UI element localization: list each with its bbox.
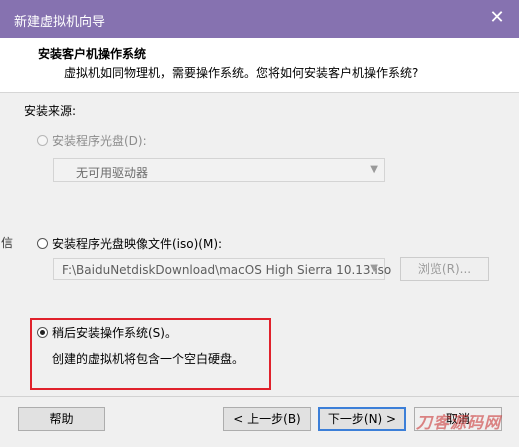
wizard-header: 安装客户机操作系统 虚拟机如同物理机，需要操作系统。您将如何安装客户机操作系统? xyxy=(0,38,519,93)
iso-path-value: F:\BaiduNetdiskDownload\macOS High Sierr… xyxy=(62,263,392,277)
chevron-down-icon: ▼ xyxy=(370,263,378,274)
footer-divider xyxy=(0,396,519,397)
title-bar: 新建虚拟机向导 ✕ xyxy=(0,0,519,38)
page-subtitle: 虚拟机如同物理机，需要操作系统。您将如何安装客户机操作系统? xyxy=(64,66,419,80)
radio-iso-file[interactable] xyxy=(37,238,48,249)
next-button[interactable]: 下一步(N) > xyxy=(318,407,406,431)
disc-drive-label: 安装程序光盘(D): xyxy=(52,134,147,148)
browse-button[interactable]: 浏览(R)... xyxy=(400,257,489,281)
install-source-label: 安装来源: xyxy=(24,104,77,118)
background-window-text: 信 xyxy=(1,236,14,250)
radio-install-later[interactable] xyxy=(37,327,48,338)
help-button[interactable]: 帮助 xyxy=(18,407,105,431)
disc-drive-value: 无可用驱动器 xyxy=(76,166,149,180)
install-later-label: 稍后安装操作系统(S)。 xyxy=(52,326,177,340)
back-button[interactable]: < 上一步(B) xyxy=(223,407,311,431)
watermark: 刀客源码网 xyxy=(416,413,502,432)
window-title: 新建虚拟机向导 xyxy=(14,15,106,30)
install-later-description: 创建的虚拟机将包含一个空白硬盘。 xyxy=(52,352,245,366)
disc-drive-select[interactable]: 无可用驱动器 ▼ xyxy=(53,158,385,182)
chevron-down-icon: ▼ xyxy=(370,164,378,175)
iso-path-combobox[interactable]: F:\BaiduNetdiskDownload\macOS High Sierr… xyxy=(53,258,391,280)
iso-file-label: 安装程序光盘映像文件(iso)(M): xyxy=(52,237,223,251)
page-title: 安装客户机操作系统 xyxy=(38,47,147,61)
close-icon[interactable]: ✕ xyxy=(487,8,507,28)
radio-disc-drive[interactable] xyxy=(37,135,48,146)
